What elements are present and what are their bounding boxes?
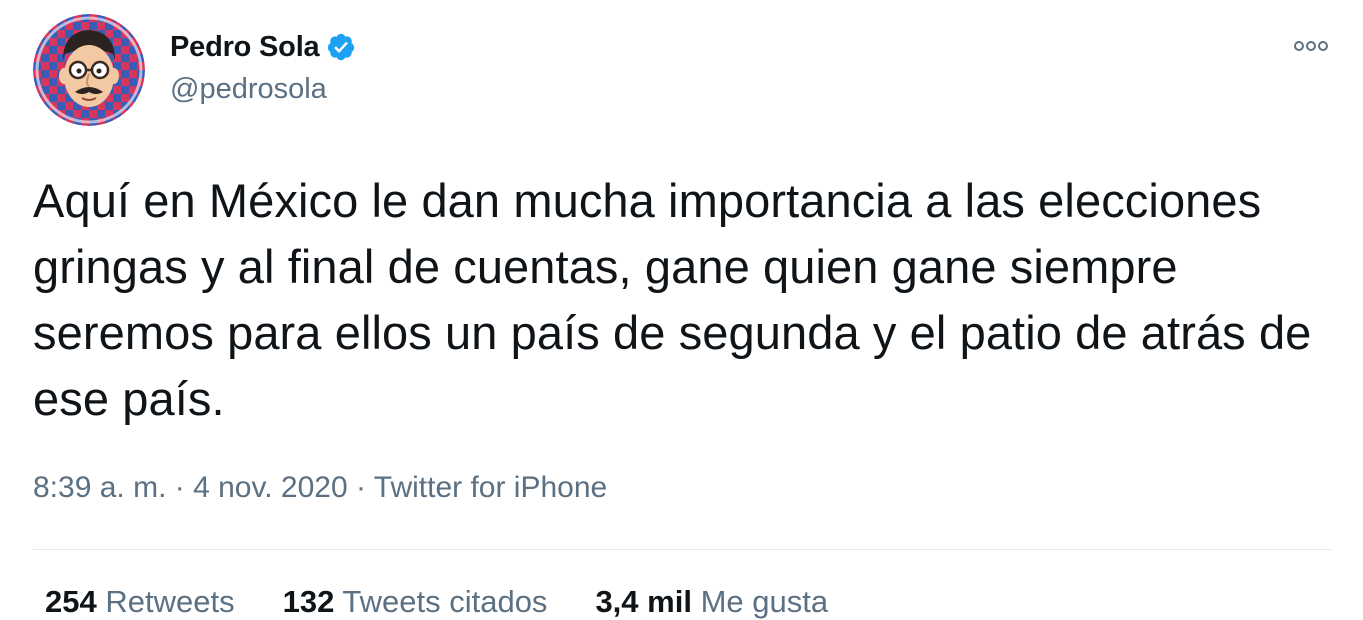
likes-stat[interactable]: 3,4 mil Me gusta [595,584,828,620]
tweet-card: Pedro Sola @pedrosola Aquí en México le … [0,0,1363,620]
avatar-cartoon-image [33,14,145,126]
tweet-date[interactable]: 4 nov. 2020 [193,471,348,504]
likes-count: 3,4 mil [595,584,692,619]
tweet-text: Aquí en México le dan mucha importancia … [33,174,1312,425]
meta-separator: · [166,471,194,504]
engagement-stats: 254 Retweets 132 Tweets citados 3,4 mil … [45,584,876,620]
quotes-label: Tweets citados [342,584,548,619]
handle[interactable]: @pedrosola [170,73,356,106]
retweets-count: 254 [45,584,97,619]
divider [33,549,1331,550]
tweet-time[interactable]: 8:39 a. m. [33,471,166,504]
meta-separator: · [347,471,374,504]
quotes-stat[interactable]: 132 Tweets citados [283,584,548,620]
retweets-stat[interactable]: 254 Retweets [45,584,235,620]
tweet-source[interactable]: Twitter for iPhone [374,471,607,504]
likes-label: Me gusta [700,584,829,619]
quotes-count: 132 [282,584,335,619]
name-row: Pedro Sola [170,27,356,67]
more-options-icon [1294,41,1328,51]
verified-badge-icon [327,33,354,61]
avatar[interactable] [33,14,145,126]
tweet-meta: 8:39 a. m. · 4 nov. 2020 · Twitter for i… [33,471,607,505]
retweets-label: Retweets [105,584,235,619]
display-name[interactable]: Pedro Sola [170,31,320,64]
more-options-button[interactable] [1291,34,1331,58]
author-info: Pedro Sola @pedrosola [170,27,356,106]
